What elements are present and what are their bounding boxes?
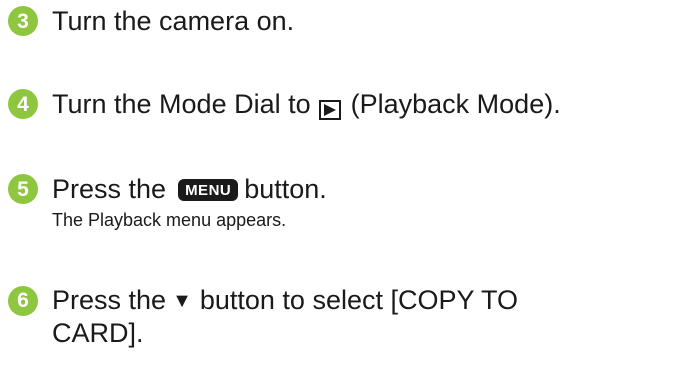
step-number-badge: 5 bbox=[8, 174, 38, 204]
playback-icon bbox=[318, 100, 341, 120]
step-number-badge: 3 bbox=[8, 6, 38, 36]
step-number-badge: 6 bbox=[8, 285, 38, 316]
step-text: Press the ▼ button to select [COPY TO bbox=[52, 284, 518, 317]
menu-button-icon: MENU bbox=[178, 179, 239, 201]
step-text-pre: Press the bbox=[52, 285, 167, 315]
step-text-post: button. bbox=[244, 174, 327, 204]
step-number-badge: 4 bbox=[8, 89, 38, 119]
step-text: Press the MENU button. bbox=[52, 173, 327, 205]
step-6: 6 Press the ▼ button to select [COPY TO CA… bbox=[8, 284, 518, 349]
step-text-post: button to select [COPY TO bbox=[199, 285, 519, 315]
step-text: Turn the camera on. bbox=[52, 6, 295, 36]
step-text-continued: CARD]. bbox=[52, 318, 144, 348]
step-text-pre: Press the bbox=[52, 174, 167, 204]
down-arrow-icon: ▼ bbox=[172, 290, 192, 312]
step-note: The Playback menu appears. bbox=[52, 210, 287, 230]
step-text-pre: Turn the Mode Dial to bbox=[52, 89, 311, 119]
step-text: Turn the Mode Dial to (Playback Mode). bbox=[52, 88, 561, 120]
step-text-post: (Playback Mode). bbox=[350, 89, 561, 119]
step-4: 4 Turn the Mode Dial to (Playback Mode). bbox=[8, 88, 561, 120]
step-5: 5 Press the MENU button. The Playback menu… bbox=[8, 173, 327, 231]
step-3: 3 Turn the camera on. bbox=[8, 5, 294, 37]
